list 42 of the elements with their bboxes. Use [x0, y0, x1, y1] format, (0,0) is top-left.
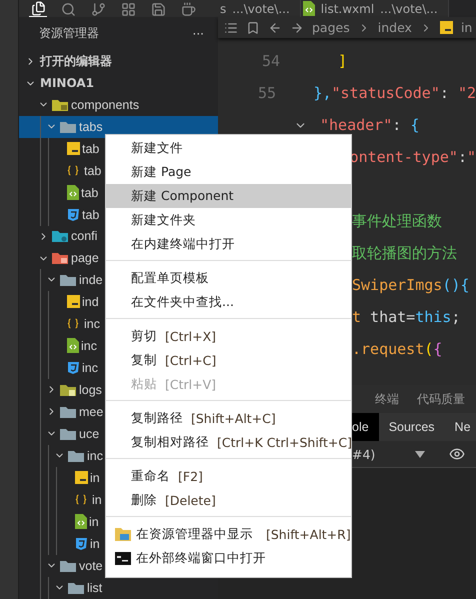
line-number: 55: [258, 84, 276, 102]
code-line: t that=this;: [352, 308, 460, 326]
tree-item-label: tabs: [79, 120, 103, 134]
code-line: ]: [337, 52, 348, 70]
line-number: 54: [262, 52, 280, 70]
tree-item-label: logs: [79, 382, 102, 397]
tree-item-label: tab: [84, 164, 102, 178]
tree-item-label: tab: [81, 186, 98, 200]
tab-name: list.wxml: [320, 2, 374, 16]
tree-item-label: confi: [71, 229, 98, 244]
tree-item-label: list: [87, 580, 102, 595]
tree-item-label: inc: [82, 360, 98, 375]
tree-item-label: mee: [79, 404, 104, 419]
code-line: 取轮播图的方法: [352, 244, 457, 262]
sidebar-title: 资源管理器: [39, 25, 99, 42]
tab-path: ...\vote\...: [380, 2, 438, 16]
code-line: .request({: [352, 340, 442, 358]
context-label: #4): [352, 446, 376, 462]
tree-item-label: inde: [79, 272, 103, 287]
tree-item-label: in: [90, 536, 100, 551]
tree-item-label: tab: [82, 142, 100, 156]
tree-item-label: inc: [87, 448, 103, 463]
tree-item-label: components: [71, 98, 140, 112]
code-line: },"statusCode": "2: [313, 84, 476, 102]
tree-item-label: in: [89, 514, 99, 529]
section-label: MINOA1: [40, 76, 94, 90]
tree-item-label: page: [71, 251, 99, 266]
tree-item-label: vote: [79, 558, 103, 573]
code-line: SwiperImgs(){: [352, 276, 470, 294]
tree-item-label: tab: [82, 208, 100, 222]
tree-item-label: uce: [79, 426, 100, 441]
code-line: 事件处理函数: [352, 212, 442, 230]
tab-name: s: [220, 2, 226, 16]
tree-item-label: inc: [84, 316, 100, 331]
section-label: 打开的编辑器: [40, 52, 112, 70]
tree-item-label: in: [92, 492, 102, 507]
code-line: "header": {: [320, 116, 420, 134]
tab-path: ...\vote\...: [232, 2, 290, 16]
tree-item-label: inc: [81, 338, 97, 353]
tree-item-label: ind: [82, 294, 99, 309]
code-line: ontent-type":": [350, 148, 476, 166]
tree-item-label: in: [90, 470, 100, 485]
